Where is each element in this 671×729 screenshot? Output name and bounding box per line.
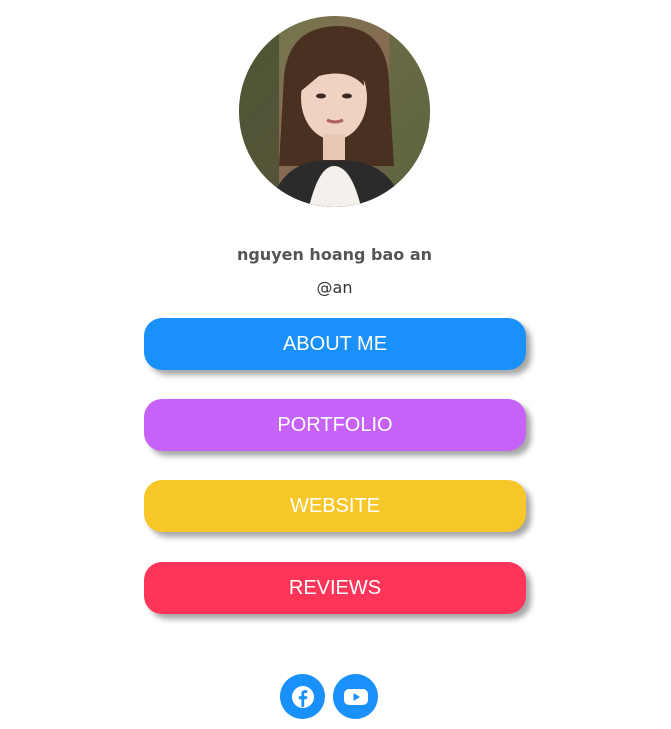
about-me-button[interactable]: ABOUT ME: [144, 318, 526, 370]
website-label: WEBSITE: [289, 494, 380, 517]
youtube-icon: [343, 688, 368, 705]
facebook-button[interactable]: [280, 674, 325, 719]
profile-page: nguyen hoang bao an @an ABOUT ME PORTFOL…: [0, 0, 671, 729]
reviews-button[interactable]: REVIEWS: [144, 562, 526, 614]
reviews-label: REVIEWS: [288, 576, 382, 599]
profile-handle: @an: [316, 278, 353, 297]
profile-name: nguyen hoang bao an: [236, 245, 433, 264]
website-button[interactable]: WEBSITE: [144, 480, 526, 532]
avatar: [239, 16, 430, 207]
facebook-icon: [291, 685, 314, 708]
about-me-label: ABOUT ME: [282, 332, 388, 355]
portfolio-button[interactable]: PORTFOLIO: [144, 399, 526, 451]
portfolio-label: PORTFOLIO: [277, 413, 393, 436]
avatar-image: [239, 16, 430, 207]
youtube-button[interactable]: [333, 674, 378, 719]
